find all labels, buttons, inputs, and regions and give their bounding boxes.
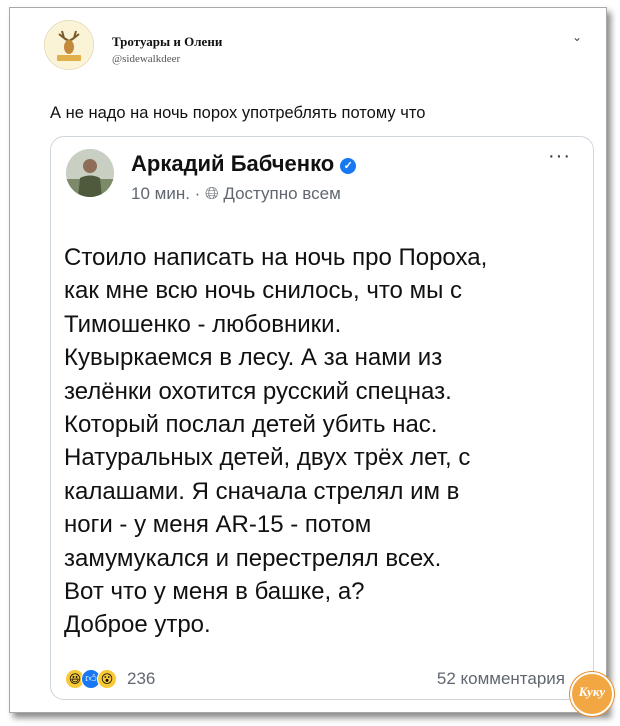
watermark-badge-icon: Куку (570, 672, 614, 716)
post-line: замумукался и перестрелял всех. (64, 544, 442, 572)
verified-check-icon: ✓ (340, 158, 357, 174)
post-meta: 10 мин. · 🌐︎ Доступно всем (131, 184, 341, 204)
more-dots-icon[interactable]: ··· (548, 145, 571, 168)
post-line: Натуральных детей, двух трёх лет, с (64, 444, 471, 472)
post-line: Который послал детей убить нас. (64, 411, 438, 439)
tweet-author-name[interactable]: Тротуары и Олени (112, 34, 222, 50)
post-line: зелёнки охотится русский спецназ. (64, 377, 452, 405)
reaction-count: 236 (127, 669, 156, 688)
comments-count-link[interactable]: 52 комментария (437, 669, 565, 689)
tweet-text: А не надо на ночь порох употреблять пото… (50, 104, 426, 122)
globe-icon: 🌐︎ (205, 184, 219, 203)
tweet-author-avatar[interactable] (44, 20, 94, 70)
post-time[interactable]: 10 мин. · (131, 184, 200, 203)
post-author-avatar[interactable] (66, 149, 114, 197)
quoted-post-card[interactable]: Аркадий Бабченко ✓ 10 мин. · 🌐︎ Доступно … (50, 136, 594, 700)
post-author-name-text[interactable]: Аркадий Бабченко (131, 151, 334, 176)
post-line: Вот что у меня в башке, а? (64, 578, 365, 606)
deer-logo-icon (46, 22, 92, 68)
post-author-name[interactable]: Аркадий Бабченко ✓ (131, 151, 357, 177)
post-line: как мне всю ночь снилось, что мы с (64, 277, 462, 305)
post-body: Стоило написать на ночь про Пороха, как … (64, 241, 584, 642)
post-line: Стоило написать на ночь про Пороха, (64, 244, 488, 271)
post-line: Тимошенко - любовники. (64, 310, 342, 338)
tweet-author-handle[interactable]: @sidewalkdeer (112, 53, 180, 65)
tweet-header: Тротуары и Олени @sidewalkdeer ⌄ (32, 20, 582, 80)
chevron-down-icon[interactable]: ⌄ (572, 30, 582, 44)
avatar-photo-icon (66, 149, 114, 197)
screenshot-frame: Тротуары и Олени @sidewalkdeer ⌄ А не на… (9, 7, 614, 716)
post-line: Кувыркаемся в лесу. А за нами из (64, 344, 443, 372)
post-line: Доброе утро. (64, 611, 211, 639)
post-line: ноги - у меня AR-15 - потом (64, 511, 372, 539)
post-visibility: Доступно всем (223, 184, 341, 203)
wow-icon: 😮︎ (97, 669, 117, 689)
post-line: калашами. Я сначала стрелял им в (64, 477, 460, 505)
watermark-mark: Куку (578, 684, 606, 699)
